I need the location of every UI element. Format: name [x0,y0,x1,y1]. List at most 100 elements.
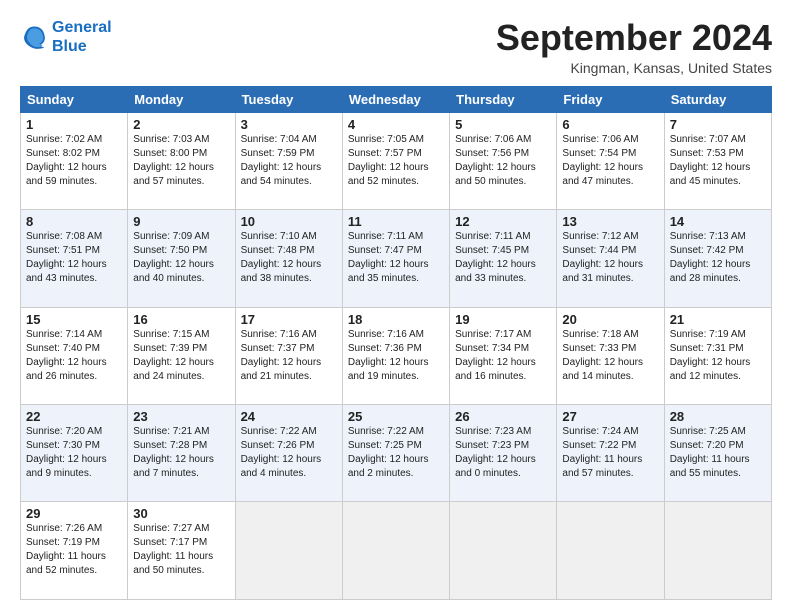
title-block: September 2024 Kingman, Kansas, United S… [496,18,772,76]
day-info: Sunrise: 7:10 AMSunset: 7:48 PMDaylight:… [241,230,337,286]
page: General Blue September 2024 Kingman, Kan… [0,0,792,612]
day-number: 17 [241,312,337,327]
calendar-day-cell: 10Sunrise: 7:10 AMSunset: 7:48 PMDayligh… [235,210,342,307]
calendar-day-cell: 18Sunrise: 7:16 AMSunset: 7:36 PMDayligh… [342,307,449,404]
weekday-header: Wednesday [342,86,449,112]
calendar-day-cell: 2Sunrise: 7:03 AMSunset: 8:00 PMDaylight… [128,112,235,209]
calendar-day-cell: 16Sunrise: 7:15 AMSunset: 7:39 PMDayligh… [128,307,235,404]
day-info: Sunrise: 7:02 AMSunset: 8:02 PMDaylight:… [26,133,122,189]
month-title: September 2024 [496,18,772,58]
calendar-day-cell: 23Sunrise: 7:21 AMSunset: 7:28 PMDayligh… [128,405,235,502]
day-number: 19 [455,312,551,327]
weekday-header: Tuesday [235,86,342,112]
calendar-day-cell: 7Sunrise: 7:07 AMSunset: 7:53 PMDaylight… [664,112,771,209]
calendar-day-cell: 30Sunrise: 7:27 AMSunset: 7:17 PMDayligh… [128,502,235,600]
day-info: Sunrise: 7:16 AMSunset: 7:37 PMDaylight:… [241,328,337,384]
calendar-day-cell: 27Sunrise: 7:24 AMSunset: 7:22 PMDayligh… [557,405,664,502]
day-number: 16 [133,312,229,327]
day-info: Sunrise: 7:08 AMSunset: 7:51 PMDaylight:… [26,230,122,286]
calendar-day-cell: 4Sunrise: 7:05 AMSunset: 7:57 PMDaylight… [342,112,449,209]
weekday-header: Monday [128,86,235,112]
logo-icon [20,23,48,51]
day-number: 30 [133,506,229,521]
day-info: Sunrise: 7:06 AMSunset: 7:54 PMDaylight:… [562,133,658,189]
calendar-day-cell [664,502,771,600]
calendar-week-row: 29Sunrise: 7:26 AMSunset: 7:19 PMDayligh… [21,502,772,600]
day-info: Sunrise: 7:11 AMSunset: 7:47 PMDaylight:… [348,230,444,286]
day-number: 20 [562,312,658,327]
day-info: Sunrise: 7:20 AMSunset: 7:30 PMDaylight:… [26,425,122,481]
calendar-day-cell: 25Sunrise: 7:22 AMSunset: 7:25 PMDayligh… [342,405,449,502]
day-info: Sunrise: 7:14 AMSunset: 7:40 PMDaylight:… [26,328,122,384]
calendar-day-cell [450,502,557,600]
day-number: 3 [241,117,337,132]
calendar-day-cell: 11Sunrise: 7:11 AMSunset: 7:47 PMDayligh… [342,210,449,307]
day-info: Sunrise: 7:07 AMSunset: 7:53 PMDaylight:… [670,133,766,189]
day-info: Sunrise: 7:23 AMSunset: 7:23 PMDaylight:… [455,425,551,481]
day-info: Sunrise: 7:18 AMSunset: 7:33 PMDaylight:… [562,328,658,384]
day-info: Sunrise: 7:12 AMSunset: 7:44 PMDaylight:… [562,230,658,286]
location: Kingman, Kansas, United States [496,60,772,76]
day-info: Sunrise: 7:04 AMSunset: 7:59 PMDaylight:… [241,133,337,189]
calendar-week-row: 1Sunrise: 7:02 AMSunset: 8:02 PMDaylight… [21,112,772,209]
day-number: 4 [348,117,444,132]
calendar-day-cell: 24Sunrise: 7:22 AMSunset: 7:26 PMDayligh… [235,405,342,502]
day-number: 21 [670,312,766,327]
day-info: Sunrise: 7:24 AMSunset: 7:22 PMDaylight:… [562,425,658,481]
calendar-day-cell: 14Sunrise: 7:13 AMSunset: 7:42 PMDayligh… [664,210,771,307]
day-number: 22 [26,409,122,424]
weekday-header: Friday [557,86,664,112]
day-number: 29 [26,506,122,521]
calendar-day-cell [235,502,342,600]
day-info: Sunrise: 7:03 AMSunset: 8:00 PMDaylight:… [133,133,229,189]
calendar-day-cell: 15Sunrise: 7:14 AMSunset: 7:40 PMDayligh… [21,307,128,404]
day-number: 23 [133,409,229,424]
calendar-week-row: 8Sunrise: 7:08 AMSunset: 7:51 PMDaylight… [21,210,772,307]
calendar-day-cell: 6Sunrise: 7:06 AMSunset: 7:54 PMDaylight… [557,112,664,209]
calendar-day-cell: 8Sunrise: 7:08 AMSunset: 7:51 PMDaylight… [21,210,128,307]
calendar-day-cell: 29Sunrise: 7:26 AMSunset: 7:19 PMDayligh… [21,502,128,600]
logo-text: General Blue [52,18,112,56]
logo: General Blue [20,18,112,56]
calendar-day-cell: 3Sunrise: 7:04 AMSunset: 7:59 PMDaylight… [235,112,342,209]
day-number: 24 [241,409,337,424]
day-info: Sunrise: 7:15 AMSunset: 7:39 PMDaylight:… [133,328,229,384]
day-number: 1 [26,117,122,132]
day-info: Sunrise: 7:22 AMSunset: 7:25 PMDaylight:… [348,425,444,481]
calendar-day-cell [557,502,664,600]
day-number: 13 [562,214,658,229]
day-info: Sunrise: 7:22 AMSunset: 7:26 PMDaylight:… [241,425,337,481]
calendar-table: SundayMondayTuesdayWednesdayThursdayFrid… [20,86,772,600]
day-info: Sunrise: 7:16 AMSunset: 7:36 PMDaylight:… [348,328,444,384]
day-number: 7 [670,117,766,132]
calendar-header-row: SundayMondayTuesdayWednesdayThursdayFrid… [21,86,772,112]
calendar-day-cell: 1Sunrise: 7:02 AMSunset: 8:02 PMDaylight… [21,112,128,209]
day-number: 15 [26,312,122,327]
day-number: 10 [241,214,337,229]
day-number: 12 [455,214,551,229]
day-info: Sunrise: 7:11 AMSunset: 7:45 PMDaylight:… [455,230,551,286]
calendar-day-cell: 21Sunrise: 7:19 AMSunset: 7:31 PMDayligh… [664,307,771,404]
calendar-day-cell: 13Sunrise: 7:12 AMSunset: 7:44 PMDayligh… [557,210,664,307]
calendar-week-row: 22Sunrise: 7:20 AMSunset: 7:30 PMDayligh… [21,405,772,502]
calendar-day-cell: 20Sunrise: 7:18 AMSunset: 7:33 PMDayligh… [557,307,664,404]
calendar-day-cell: 5Sunrise: 7:06 AMSunset: 7:56 PMDaylight… [450,112,557,209]
day-number: 11 [348,214,444,229]
day-number: 18 [348,312,444,327]
calendar-day-cell: 9Sunrise: 7:09 AMSunset: 7:50 PMDaylight… [128,210,235,307]
calendar-day-cell: 28Sunrise: 7:25 AMSunset: 7:20 PMDayligh… [664,405,771,502]
weekday-header: Sunday [21,86,128,112]
header: General Blue September 2024 Kingman, Kan… [20,18,772,76]
day-info: Sunrise: 7:27 AMSunset: 7:17 PMDaylight:… [133,522,229,578]
weekday-header: Saturday [664,86,771,112]
day-number: 26 [455,409,551,424]
calendar-day-cell: 12Sunrise: 7:11 AMSunset: 7:45 PMDayligh… [450,210,557,307]
weekday-header: Thursday [450,86,557,112]
calendar-day-cell: 22Sunrise: 7:20 AMSunset: 7:30 PMDayligh… [21,405,128,502]
calendar-day-cell: 19Sunrise: 7:17 AMSunset: 7:34 PMDayligh… [450,307,557,404]
day-info: Sunrise: 7:06 AMSunset: 7:56 PMDaylight:… [455,133,551,189]
day-info: Sunrise: 7:13 AMSunset: 7:42 PMDaylight:… [670,230,766,286]
day-info: Sunrise: 7:25 AMSunset: 7:20 PMDaylight:… [670,425,766,481]
day-info: Sunrise: 7:21 AMSunset: 7:28 PMDaylight:… [133,425,229,481]
day-number: 8 [26,214,122,229]
